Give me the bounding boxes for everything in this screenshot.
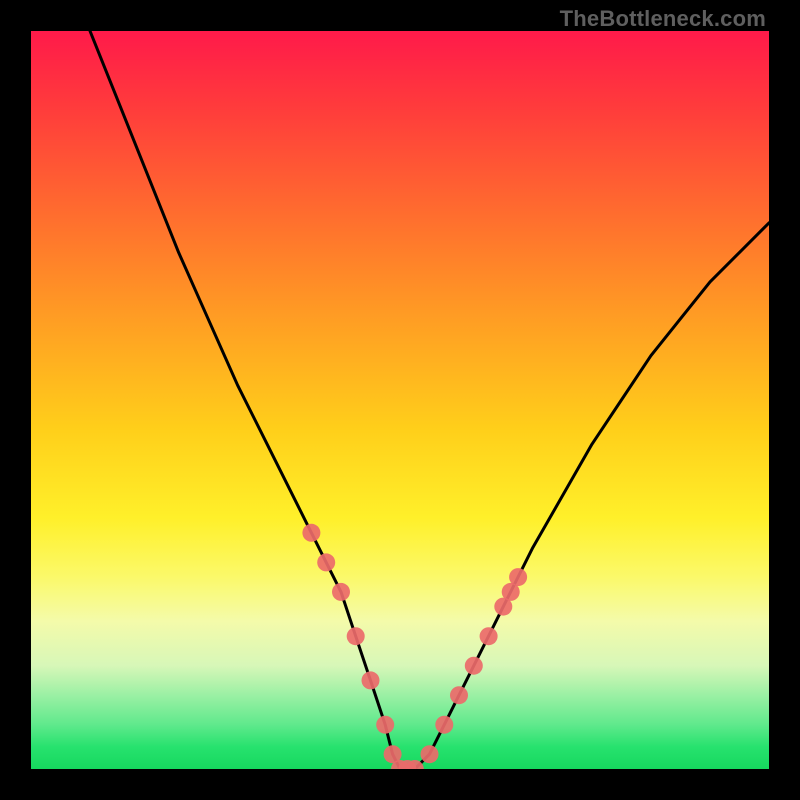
curve-svg (31, 31, 769, 769)
data-marker (450, 686, 468, 704)
data-marker (362, 671, 380, 689)
data-marker (465, 657, 483, 675)
data-marker (317, 553, 335, 571)
attribution-label: TheBottleneck.com (560, 6, 766, 32)
data-marker (347, 627, 365, 645)
data-marker (509, 568, 527, 586)
data-marker (332, 583, 350, 601)
data-marker (421, 745, 439, 763)
data-marker (480, 627, 498, 645)
chart-frame: TheBottleneck.com (0, 0, 800, 800)
bottleneck-curve (90, 31, 769, 769)
data-marker (302, 524, 320, 542)
plot-area (31, 31, 769, 769)
data-marker (376, 716, 394, 734)
data-marker (435, 716, 453, 734)
